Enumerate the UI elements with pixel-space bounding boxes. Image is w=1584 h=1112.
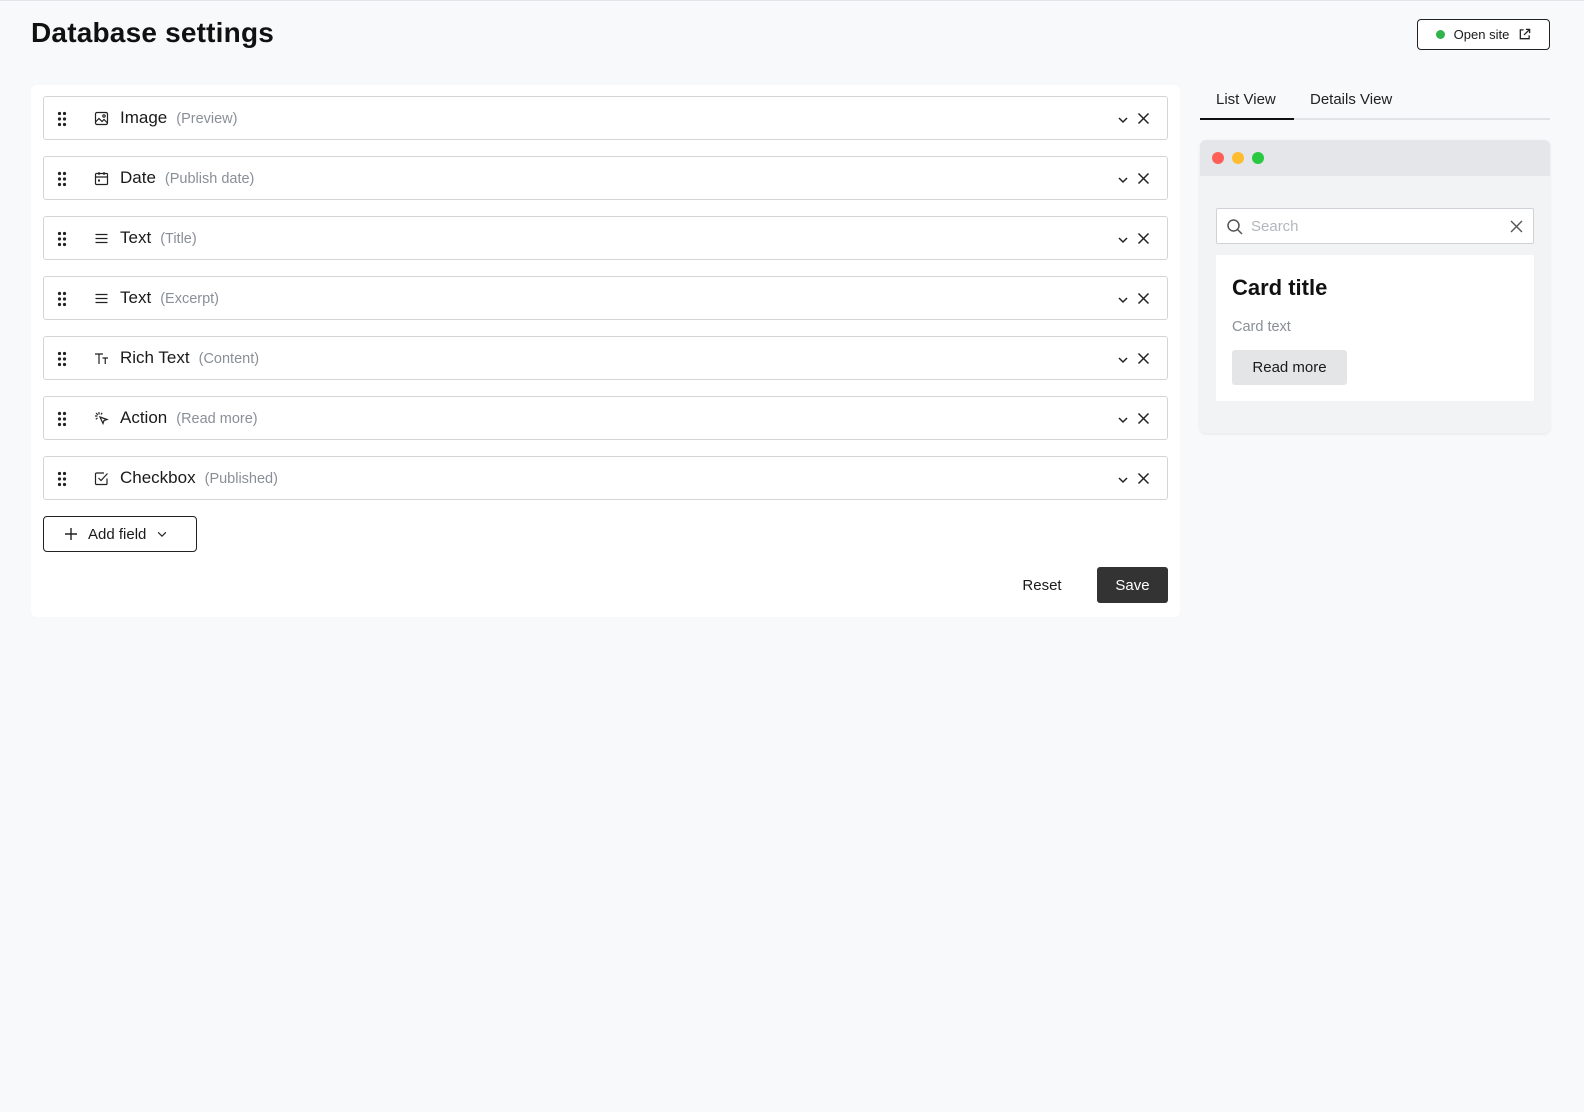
chevron-down-icon[interactable] bbox=[1117, 233, 1129, 245]
field-type: Text bbox=[120, 228, 152, 247]
fields-panel: Image (Preview) Date (Publish date) Text (Tit… bbox=[31, 85, 1180, 617]
field-type: Image bbox=[120, 108, 168, 127]
drag-handle-icon[interactable] bbox=[57, 231, 67, 247]
drag-handle-icon[interactable] bbox=[57, 171, 67, 187]
window-title-bar bbox=[1200, 140, 1550, 176]
field-type: Action bbox=[120, 408, 168, 427]
field-text: Checkbox (Published) bbox=[120, 468, 278, 488]
field-text: Text (Excerpt) bbox=[120, 288, 219, 308]
chevron-down-icon[interactable] bbox=[1117, 413, 1129, 425]
field-type: Text bbox=[120, 288, 152, 307]
field-row[interactable]: Action (Read more) bbox=[43, 396, 1168, 440]
clear-icon[interactable] bbox=[1510, 220, 1523, 233]
status-dot bbox=[1435, 30, 1445, 39]
chevron-down-icon bbox=[158, 531, 167, 537]
field-type: Date bbox=[120, 168, 156, 187]
open-site-label: Open site bbox=[1453, 27, 1510, 42]
add-field-label: Add field bbox=[88, 525, 147, 543]
field-label: (Published) bbox=[204, 471, 278, 487]
preview-window: Search Card title Card text Read more bbox=[1200, 140, 1550, 433]
field-row[interactable]: Image (Preview) bbox=[43, 96, 1168, 140]
close-icon[interactable] bbox=[1137, 232, 1150, 245]
chevron-down-icon[interactable] bbox=[1117, 293, 1129, 305]
field-label: (Read more) bbox=[176, 411, 258, 427]
field-row[interactable]: Text (Title) bbox=[43, 216, 1168, 260]
preview-search-input[interactable]: Search bbox=[1216, 208, 1534, 244]
chevron-down-icon[interactable] bbox=[1117, 473, 1129, 485]
card-title: Card title bbox=[1232, 275, 1328, 300]
close-icon[interactable] bbox=[1137, 112, 1150, 125]
chevron-down-icon[interactable] bbox=[1117, 113, 1129, 125]
chevron-down-icon[interactable] bbox=[1117, 353, 1129, 365]
field-label: (Preview) bbox=[176, 111, 238, 127]
field-type: Checkbox bbox=[120, 468, 196, 487]
open-site-button[interactable]: Open site bbox=[1417, 19, 1550, 50]
field-row[interactable]: Checkbox (Published) bbox=[43, 456, 1168, 500]
active-tab-indicator bbox=[1200, 118, 1294, 120]
drag-handle-icon[interactable] bbox=[57, 411, 67, 427]
text-lines-icon bbox=[94, 291, 109, 306]
window-close-dot bbox=[1212, 152, 1224, 164]
field-label: (Title) bbox=[160, 231, 197, 247]
close-icon[interactable] bbox=[1137, 352, 1150, 365]
calendar-icon bbox=[94, 171, 109, 186]
click-icon bbox=[94, 411, 109, 426]
preview-tabs: List View Details View bbox=[1200, 85, 1550, 120]
field-label: (Content) bbox=[198, 351, 260, 367]
search-placeholder: Search bbox=[1251, 218, 1299, 235]
read-more-button[interactable]: Read more bbox=[1232, 350, 1347, 385]
page-title: Database settings bbox=[31, 17, 275, 48]
image-icon bbox=[94, 111, 109, 126]
field-text: Image (Preview) bbox=[120, 108, 237, 128]
field-text: Date (Publish date) bbox=[120, 168, 254, 188]
close-icon[interactable] bbox=[1137, 412, 1150, 425]
close-icon[interactable] bbox=[1137, 292, 1150, 305]
external-link-icon bbox=[1519, 28, 1531, 40]
close-icon[interactable] bbox=[1137, 472, 1150, 485]
text-lines-icon bbox=[94, 231, 109, 246]
chevron-down-icon[interactable] bbox=[1117, 173, 1129, 185]
rich-text-icon bbox=[94, 351, 109, 366]
field-text: Text (Title) bbox=[120, 228, 197, 248]
drag-handle-icon[interactable] bbox=[57, 471, 67, 487]
search-icon bbox=[1227, 219, 1243, 235]
field-row[interactable]: Text (Excerpt) bbox=[43, 276, 1168, 320]
field-label: (Excerpt) bbox=[160, 291, 220, 307]
checkbox-icon bbox=[94, 471, 109, 486]
drag-handle-icon[interactable] bbox=[57, 111, 67, 127]
field-label: (Publish date) bbox=[164, 171, 255, 187]
save-button[interactable]: Save bbox=[1097, 567, 1168, 603]
field-row[interactable]: Date (Publish date) bbox=[43, 156, 1168, 200]
drag-handle-icon[interactable] bbox=[57, 291, 67, 307]
close-icon[interactable] bbox=[1137, 172, 1150, 185]
window-minimize-dot bbox=[1232, 152, 1244, 164]
field-row[interactable]: Rich Text (Content) bbox=[43, 336, 1168, 380]
preview-card: Card title Card text Read more bbox=[1216, 255, 1534, 401]
drag-handle-icon[interactable] bbox=[57, 351, 67, 367]
tab-details-view[interactable]: Details View bbox=[1310, 91, 1392, 108]
field-text: Rich Text (Content) bbox=[120, 348, 259, 368]
tab-list-view[interactable]: List View bbox=[1216, 91, 1276, 108]
add-field-button[interactable]: Add field bbox=[43, 516, 197, 552]
plus-icon bbox=[65, 528, 77, 540]
reset-button[interactable]: Reset bbox=[1010, 567, 1074, 603]
field-text: Action (Read more) bbox=[120, 408, 258, 428]
window-maximize-dot bbox=[1252, 152, 1264, 164]
field-type: Rich Text bbox=[120, 348, 190, 367]
card-text: Card text bbox=[1232, 319, 1291, 335]
